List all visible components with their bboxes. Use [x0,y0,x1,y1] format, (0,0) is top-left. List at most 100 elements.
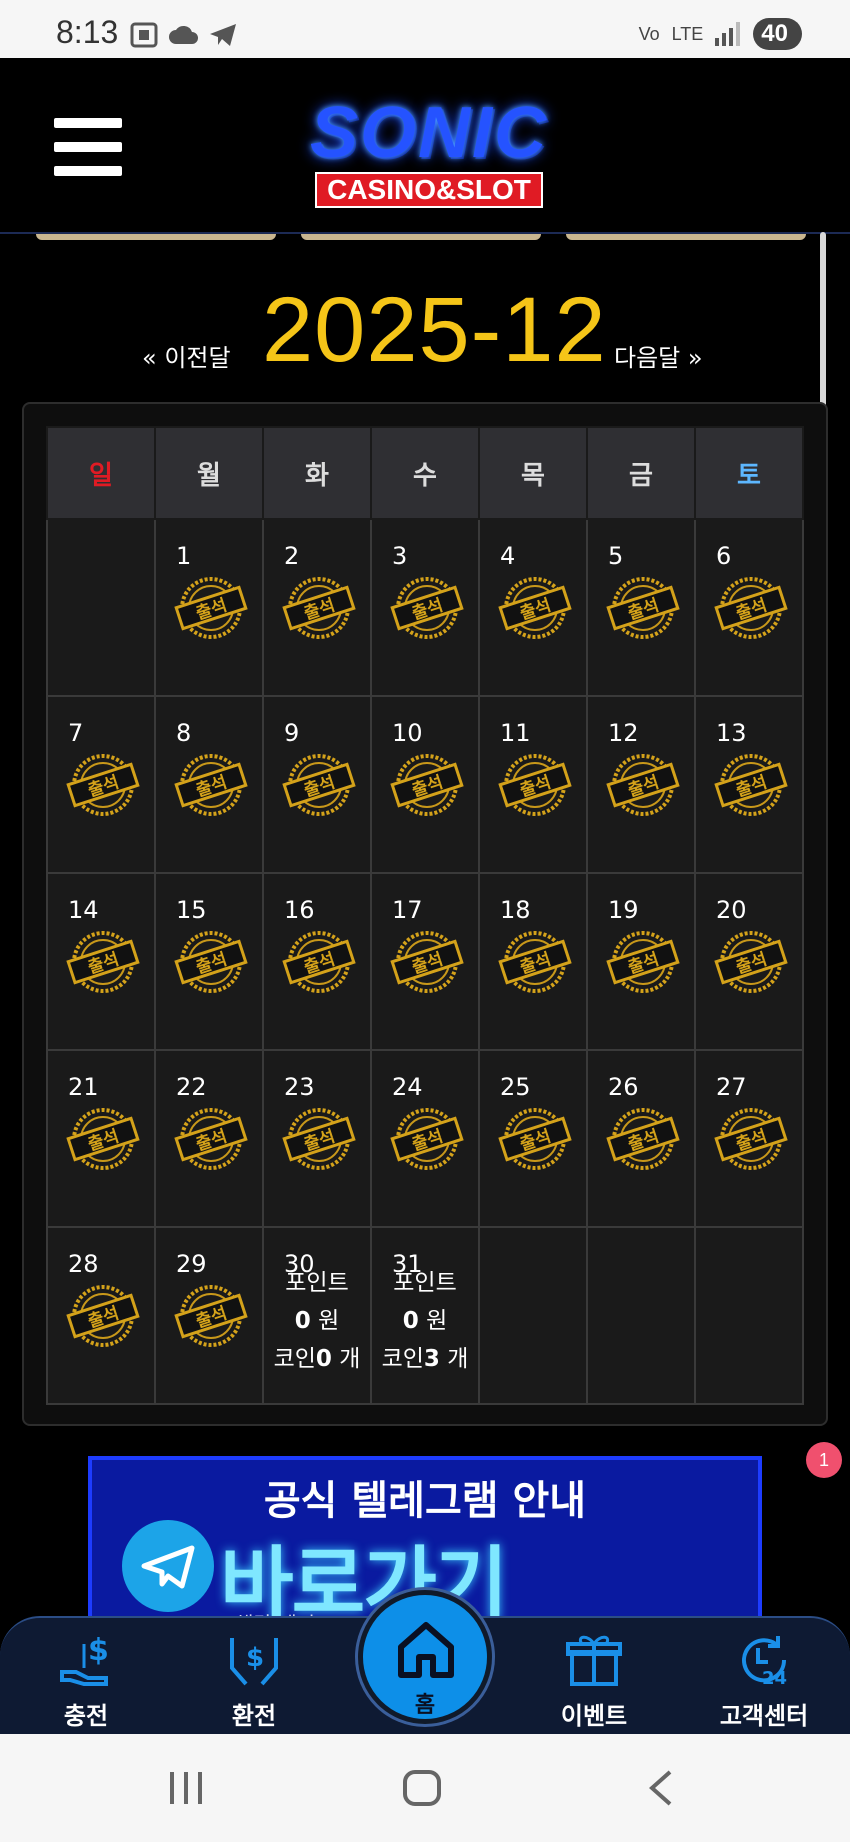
calendar-day-4[interactable]: 4 출석 [478,518,588,697]
calendar-day-9[interactable]: 9 출석 [262,695,372,874]
attendance-stamp-icon: 출석 [174,931,248,993]
coin-prefix: 코인 [273,1346,316,1372]
weekday-2: 화 [262,426,372,520]
day-number: 10 [392,719,423,747]
day-number: 21 [68,1073,99,1101]
calendar-day-empty [586,1226,696,1405]
calendar-day-7[interactable]: 7 출석 [46,695,156,874]
calendar-day-3[interactable]: 3 출석 [370,518,480,697]
banner-title: 공식 텔레그램 안내 [263,1478,587,1524]
menu-icon[interactable] [54,118,122,176]
coins-row: 코인3 개 [372,1340,478,1378]
home-system-icon[interactable] [402,1770,442,1806]
day-number: 5 [608,542,624,570]
attendance-stamp-icon: 출석 [66,1285,140,1347]
nav-charge[interactable]: $ 충전 [16,1628,156,1731]
telegram-icon [210,24,236,46]
day-number: 11 [500,719,531,747]
month-navigation: « 이전달 2025-12 다음달 » [0,278,850,381]
calendar-week-row: 1 출석 2 출석 3 출석 4 출석 5 출석 6 출석 [46,518,804,697]
points-row: 0 원 [372,1302,478,1340]
next-month-link[interactable]: 다음달 » [614,338,703,373]
nav-event[interactable]: 이벤트 [524,1628,664,1731]
day-number: 22 [176,1073,207,1101]
calendar-week-row: 21 출석 22 출석 23 출석 24 출석 25 출석 26 출석 27 출석 [46,1049,804,1228]
attendance-stamp-icon: 출석 [714,577,788,639]
calendar-day-1[interactable]: 1 출석 [154,518,264,697]
calendar-day-16[interactable]: 16 출석 [262,872,372,1051]
attendance-stamp-icon: 출석 [66,931,140,993]
attendance-stamp-icon: 출석 [606,931,680,993]
notification-badge[interactable]: 1 [806,1442,842,1478]
attendance-stamp-icon: 출석 [282,754,356,816]
calendar-day-26[interactable]: 26 출석 [586,1049,696,1228]
weekday-6: 토 [694,426,804,520]
logo-main-text: SONIC [309,93,549,173]
screenshot-icon [130,22,158,48]
calendar-day-13[interactable]: 13 출석 [694,695,804,874]
tab-stubs [36,234,806,240]
points-value: 0 [294,1308,311,1334]
nav-exchange-label: 환전 [231,1702,277,1730]
nav-home[interactable]: 홈 [358,1590,492,1724]
telegram-plane-icon [122,1520,214,1612]
calendar-day-17[interactable]: 17 출석 [370,872,480,1051]
day-number: 20 [716,896,747,924]
calendar-day-8[interactable]: 8 출석 [154,695,264,874]
prev-month-link[interactable]: « 이전달 [142,338,231,373]
attendance-stamp-icon: 출석 [714,1108,788,1170]
support-24-icon: 24 [742,1636,787,1689]
back-icon[interactable] [646,1770,676,1806]
calendar-day-19[interactable]: 19 출석 [586,872,696,1051]
status-bar: 8:13 Vo LTE 40 [0,0,850,58]
calendar-day-18[interactable]: 18 출석 [478,872,588,1051]
weekday-3: 수 [370,426,480,520]
calendar-day-25[interactable]: 25 출석 [478,1049,588,1228]
status-system-icons: Vo LTE 40 [639,18,802,50]
month-title: 2025-12 [262,279,607,381]
calendar-day-28[interactable]: 28 출석 [46,1226,156,1405]
points-row: 0 원 [264,1302,370,1340]
calendar-day-22[interactable]: 22 출석 [154,1049,264,1228]
nav-event-label: 이벤트 [560,1702,628,1730]
nav-support[interactable]: 24 고객센터 [694,1628,834,1731]
day-number: 8 [176,719,192,747]
day-number: 13 [716,719,747,747]
svg-text:24: 24 [762,1668,787,1689]
site-logo[interactable]: SONIC CASINO&SLOT [284,93,574,208]
day-number: 19 [608,896,639,924]
day-number: 29 [176,1250,207,1278]
calendar-day-15[interactable]: 15 출석 [154,872,264,1051]
calendar-day-27[interactable]: 27 출석 [694,1049,804,1228]
day-number: 14 [68,896,99,924]
attendance-stamp-icon: 출석 [66,1108,140,1170]
attendance-stamp-icon: 출석 [174,754,248,816]
calendar-day-6[interactable]: 6 출석 [694,518,804,697]
recent-apps-icon[interactable] [166,1770,206,1806]
day-number: 28 [68,1250,99,1278]
calendar-day-24[interactable]: 24 출석 [370,1049,480,1228]
calendar-day-31[interactable]: 31 포인트 0 원 코인3 개 [370,1226,480,1405]
calendar-day-11[interactable]: 11 출석 [478,695,588,874]
day-number: 15 [176,896,207,924]
calendar-day-10[interactable]: 10 출석 [370,695,480,874]
calendar-day-23[interactable]: 23 출석 [262,1049,372,1228]
nav-exchange[interactable]: $ 환전 [184,1628,324,1731]
calendar-day-20[interactable]: 20 출석 [694,872,804,1051]
nav-charge-label: 충전 [63,1702,109,1730]
calendar-week-row: 28 출석 29 출석 30 포인트 0 원 코인0 개 31 포인트 0 원 코인3 개 [46,1226,804,1405]
calendar-day-29[interactable]: 29 출석 [154,1226,264,1405]
calendar-week-row: 14 출석 15 출석 16 출석 17 출석 18 출석 19 출석 20 출석 [46,872,804,1051]
calendar-day-2[interactable]: 2 출석 [262,518,372,697]
calendar-day-empty [694,1226,804,1405]
coin-unit: 개 [339,1346,361,1372]
calendar-day-5[interactable]: 5 출석 [586,518,696,697]
nav-support-label: 고객센터 [719,1702,809,1730]
day-number: 4 [500,542,516,570]
calendar-day-30[interactable]: 30 포인트 0 원 코인0 개 [262,1226,372,1405]
day-number: 9 [284,719,300,747]
calendar-day-12[interactable]: 12 출석 [586,695,696,874]
points-unit: 원 [318,1308,340,1334]
calendar-day-21[interactable]: 21 출석 [46,1049,156,1228]
calendar-day-14[interactable]: 14 출석 [46,872,156,1051]
